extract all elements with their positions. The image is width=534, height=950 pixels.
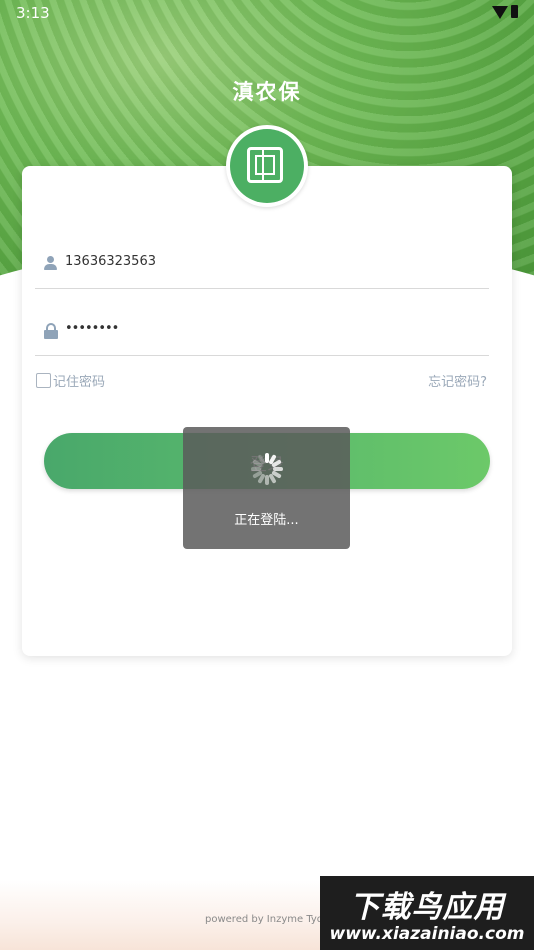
password-value[interactable]: •••••••• [65, 321, 119, 336]
remember-label: 记住密码 [53, 375, 106, 390]
status-time: 3:13 [16, 4, 50, 22]
footer-powered-by: powered by Inzyme Tyd [205, 914, 324, 925]
app-title: 滇农保 [232, 80, 302, 104]
username-value[interactable]: 13636323563 [65, 254, 156, 269]
loading-spinner-icon [249, 451, 285, 487]
loading-toast: 正在登陆... [183, 427, 350, 549]
username-field[interactable]: 13636323563 [35, 240, 489, 289]
forgot-password-link[interactable]: 忘记密码? [428, 371, 487, 390]
watermark-logo: 下载鸟应用 www.xiazainiao.com [320, 876, 534, 950]
watermark-title: 下载鸟应用 [349, 890, 505, 925]
user-icon [44, 256, 58, 270]
lock-icon [44, 323, 58, 339]
status-bar: 3:13 [0, 0, 534, 28]
watermark-url: www.xiazainiao.com [329, 924, 525, 944]
password-field[interactable]: •••••••• [35, 307, 489, 356]
remember-password[interactable]: 记住密码 [36, 371, 105, 390]
battery-icon [511, 5, 518, 18]
loading-message: 正在登陆... [234, 513, 299, 528]
seal-logo-icon [226, 125, 308, 207]
remember-checkbox[interactable] [36, 373, 51, 388]
wifi-icon [492, 6, 508, 19]
